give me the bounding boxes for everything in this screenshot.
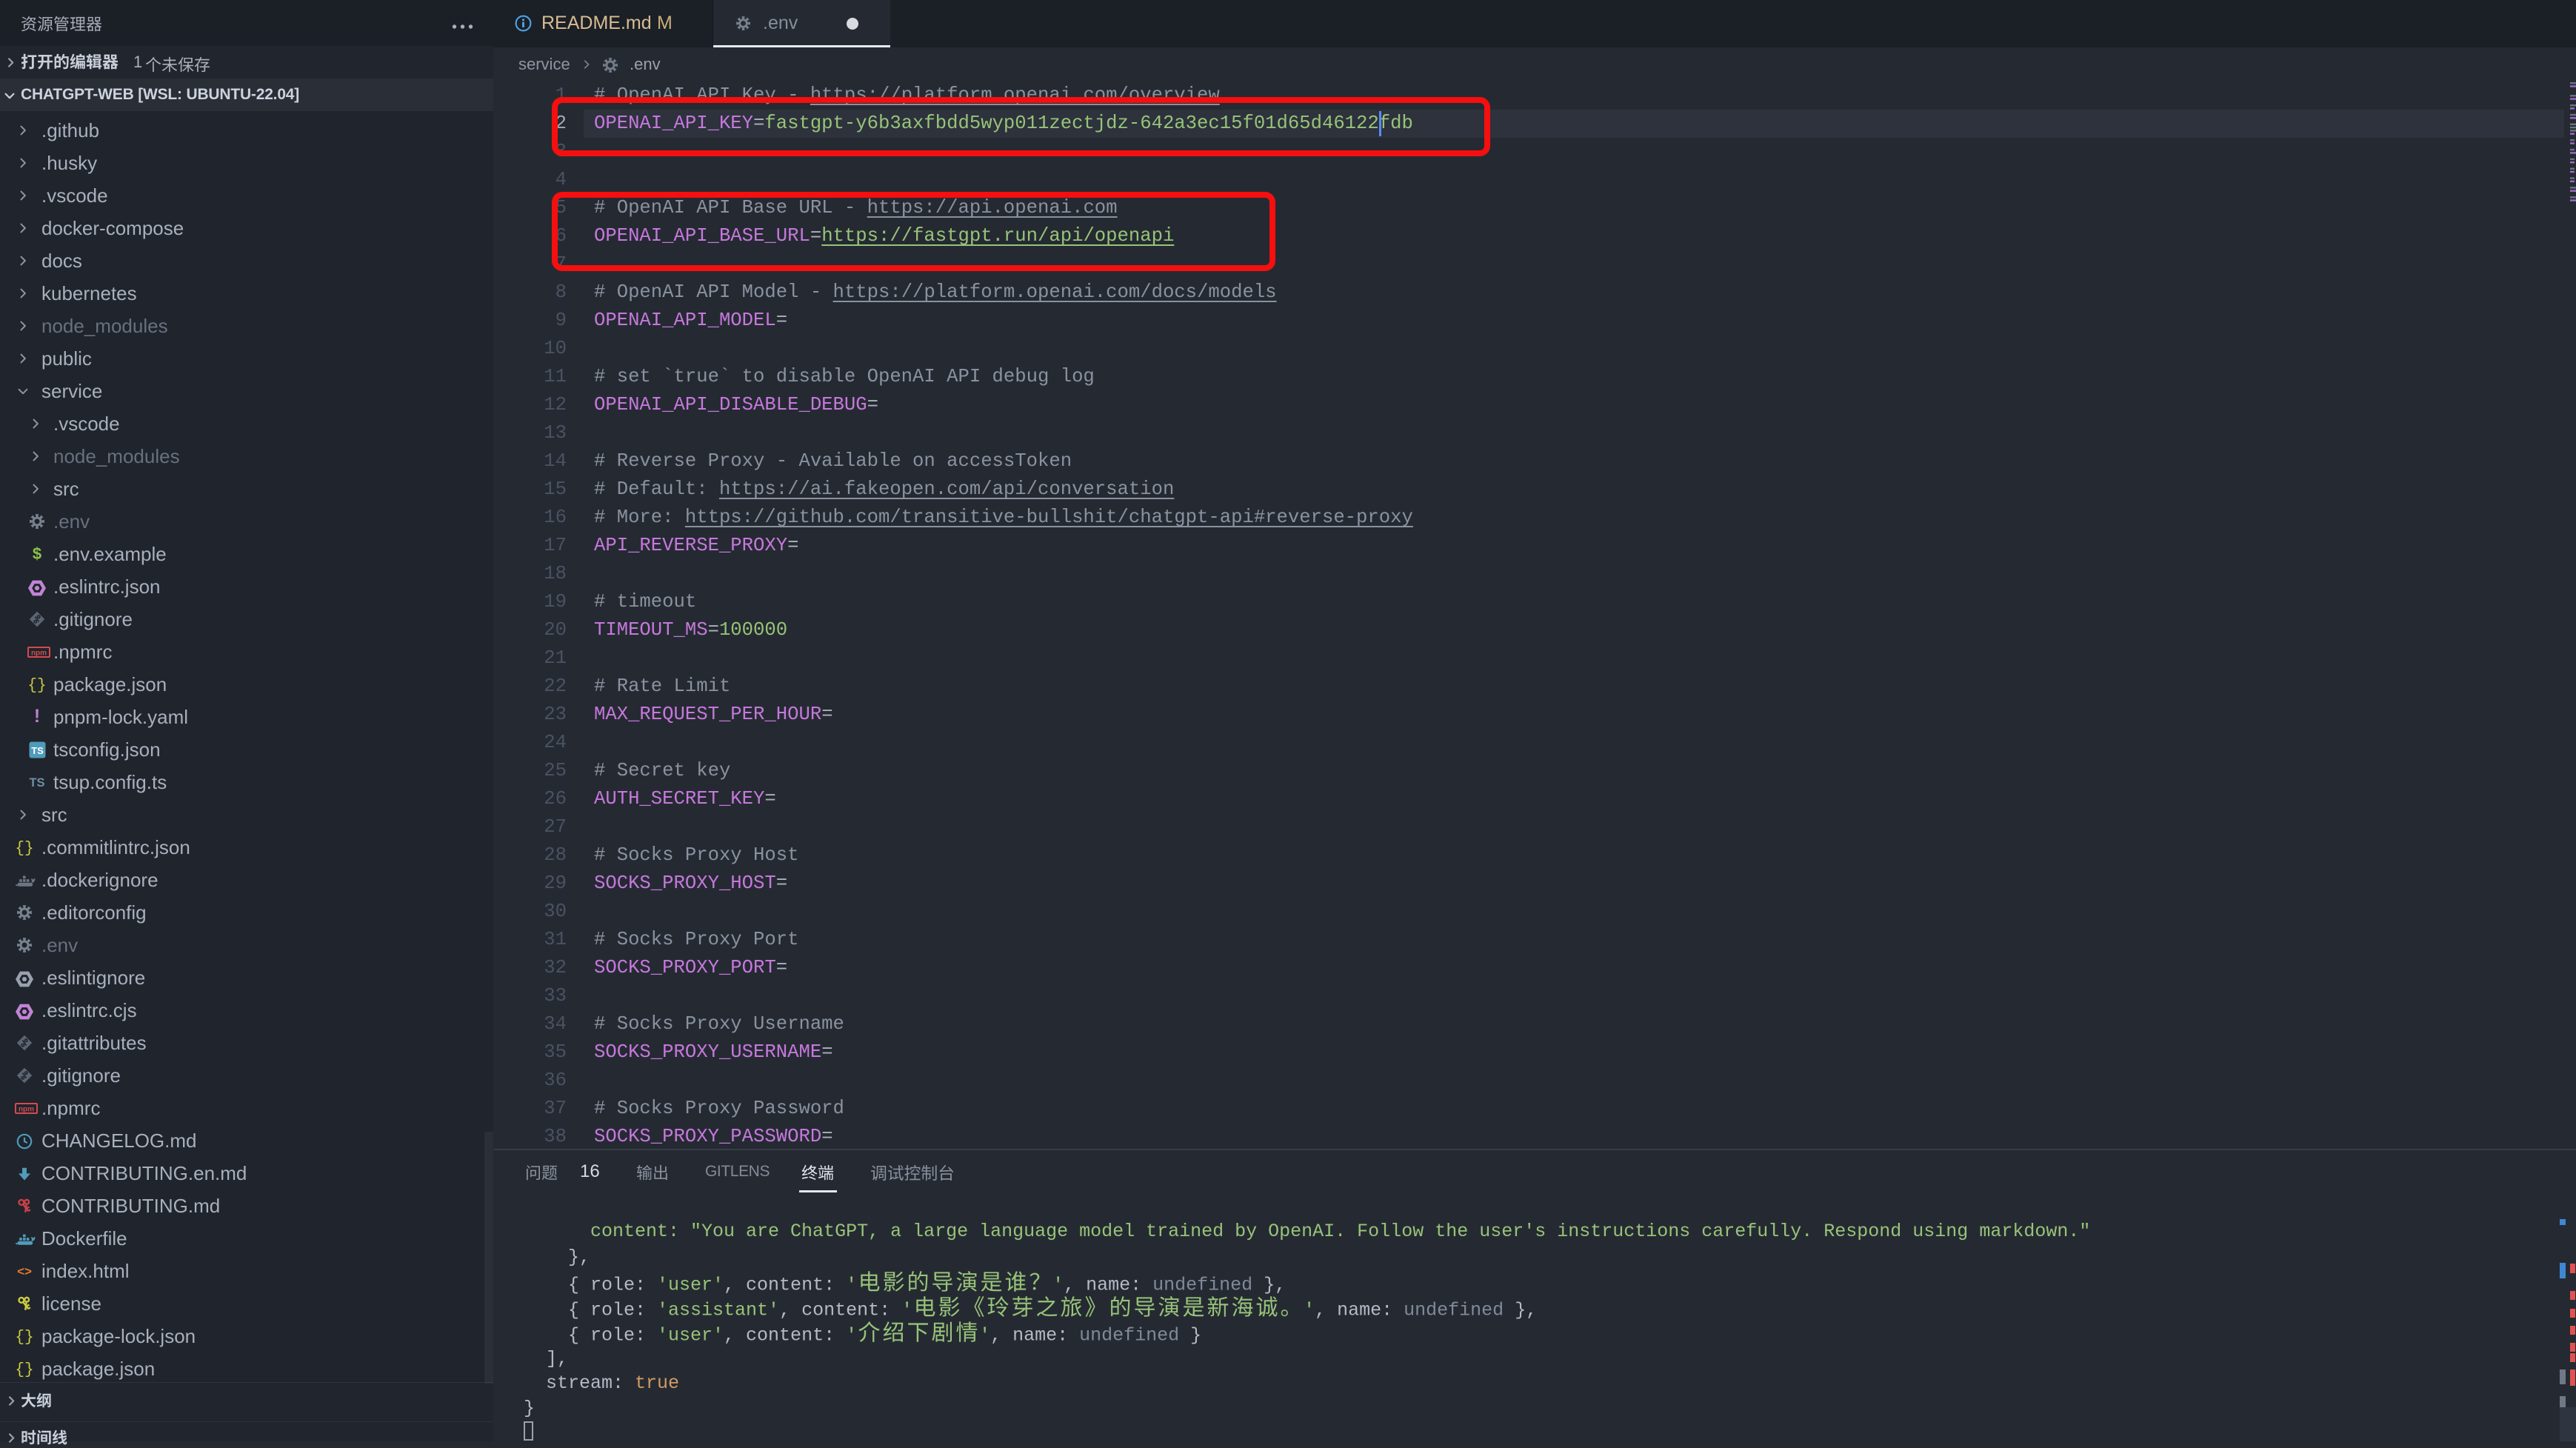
- svg-text:{}: {}: [16, 1329, 33, 1345]
- svg-text:TS: TS: [29, 776, 44, 790]
- svg-text:$: $: [33, 546, 41, 562]
- svg-text:{}: {}: [16, 1362, 33, 1378]
- svg-text:{}: {}: [29, 678, 45, 693]
- svg-text:npm: npm: [19, 1106, 34, 1114]
- svg-text:<>: <>: [17, 1264, 32, 1278]
- svg-text:{}: {}: [16, 841, 33, 856]
- svg-text:npm: npm: [31, 650, 47, 658]
- svg-text:TS: TS: [31, 745, 44, 756]
- svg-text:!: !: [34, 709, 40, 725]
